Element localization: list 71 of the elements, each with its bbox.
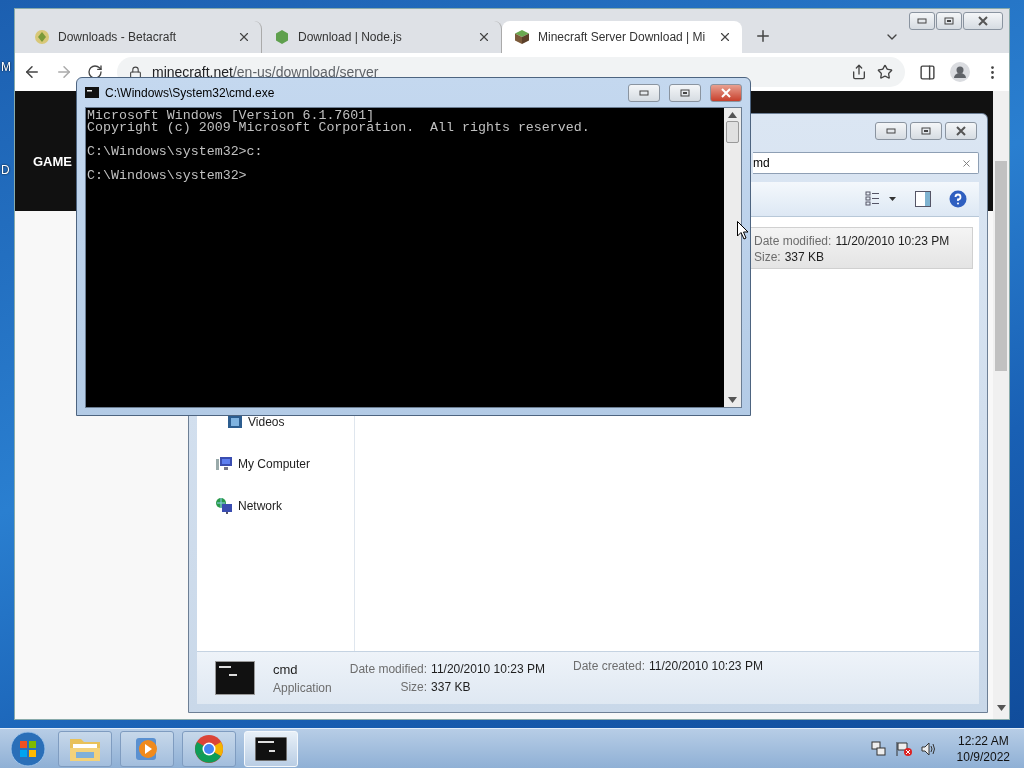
film-icon [228, 416, 242, 428]
help-icon[interactable] [949, 190, 967, 208]
reload-icon[interactable] [87, 64, 103, 80]
close-button[interactable] [963, 12, 1003, 30]
network-icon[interactable] [870, 740, 887, 757]
lock-icon [129, 65, 142, 79]
details-pane: cmd Application Date modified: 11/20/2010 10:23 PM Size: 337 KB Date created: 11/20/2010 10:23 PM [197, 651, 979, 704]
close-icon [719, 87, 733, 98]
minimize-icon [886, 128, 896, 134]
console-icon [85, 87, 99, 98]
computer-icon [216, 456, 232, 472]
window-title: C:\Windows\System32\cmd.exe [105, 85, 276, 100]
mouse-pointer-icon [737, 221, 749, 240]
nav-item[interactable]: Network [197, 496, 354, 516]
console-icon [255, 736, 287, 761]
down-arrow-icon[interactable] [728, 397, 737, 403]
hexagon-icon [274, 29, 290, 45]
back-icon[interactable] [23, 63, 41, 81]
nav-item[interactable]: Videos [197, 412, 354, 432]
minimize-button[interactable] [628, 83, 660, 102]
maximize-button[interactable] [936, 12, 962, 30]
minimize-button[interactable] [909, 12, 935, 30]
volume-icon[interactable] [920, 740, 937, 757]
close-icon[interactable] [477, 30, 491, 44]
url-text: minecraft.net/en-us/download/server [152, 64, 379, 80]
desktop-icon-label[interactable]: M [1, 60, 11, 74]
close-icon[interactable] [718, 30, 732, 44]
file-type: Application [273, 680, 332, 695]
down-arrow-icon[interactable] [996, 705, 1006, 711]
close-icon [954, 126, 968, 136]
start-button[interactable] [8, 729, 48, 768]
maximize-icon [944, 17, 954, 25]
minimize-icon [639, 89, 649, 96]
chrome-icon [194, 733, 224, 764]
maximize-icon [921, 127, 931, 135]
file-name: cmd [273, 661, 299, 677]
share-icon[interactable] [851, 64, 867, 80]
console-output: Microsoft Windows [Version 6.1.7601] Copyright (c) 2009 Microsoft Corporation. All rights reserved. C:\Windows\system32>c: C:\Windows\system32> [86, 108, 724, 407]
star-icon[interactable] [877, 64, 893, 80]
close-icon[interactable] [237, 30, 251, 44]
scroll-thumb[interactable] [726, 121, 739, 143]
desktop-icon-label[interactable]: D [1, 163, 10, 177]
preview-pane-icon[interactable] [915, 191, 931, 207]
close-icon [976, 16, 990, 26]
play-icon [134, 735, 160, 762]
side-panel-icon[interactable] [919, 63, 936, 81]
search-field[interactable]: md [753, 152, 979, 174]
scrollbar[interactable] [993, 91, 1009, 719]
network-icon [216, 498, 232, 514]
maximize-icon [680, 88, 690, 97]
browser-tab[interactable]: Minecraft Server Download | Mi [502, 21, 742, 53]
maximize-button[interactable] [910, 122, 942, 140]
new-tab-icon[interactable] [754, 27, 772, 45]
grass-block-icon [514, 29, 530, 45]
clock[interactable]: 12:22 AM 10/9/2022 [956, 733, 1010, 764]
minimize-button[interactable] [875, 122, 907, 140]
minimize-icon [917, 18, 927, 24]
maximize-button[interactable] [669, 83, 701, 102]
betacraft-icon [34, 29, 50, 45]
scrollbar[interactable] [724, 108, 741, 407]
scroll-thumb[interactable] [995, 161, 1007, 371]
nav-link[interactable]: GAME [33, 153, 72, 169]
close-button[interactable] [945, 122, 977, 140]
nav-item[interactable]: My Computer [197, 454, 354, 474]
clear-icon[interactable] [961, 157, 972, 169]
console-icon [215, 661, 255, 695]
view-options-icon[interactable] [865, 191, 897, 207]
flag-icon[interactable] [894, 740, 913, 757]
up-arrow-icon[interactable] [728, 112, 737, 118]
profile-icon[interactable] [950, 62, 970, 82]
close-button[interactable] [710, 83, 742, 102]
